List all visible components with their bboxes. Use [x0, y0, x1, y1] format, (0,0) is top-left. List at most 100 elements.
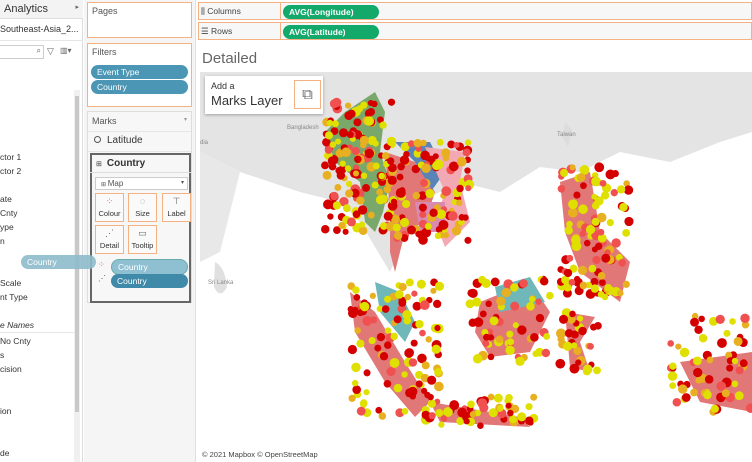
- event-dot: [579, 281, 588, 290]
- event-dot: [669, 382, 677, 389]
- event-dot: [569, 164, 576, 171]
- field-list-scrollbar[interactable]: [74, 90, 80, 462]
- mark-type-dropdown[interactable]: ⊞ Map ▾: [95, 177, 188, 190]
- label-button[interactable]: ⊤ Label: [162, 193, 191, 222]
- event-dot: [358, 226, 368, 235]
- analytics-tab[interactable]: Analytics ▸: [0, 0, 83, 19]
- colour-pill-country[interactable]: Country: [111, 259, 188, 275]
- event-dot: [425, 336, 432, 343]
- map-attribution[interactable]: © 2021 Mapbox © OpenStreetMap: [202, 450, 318, 459]
- rows-shelf[interactable]: ☰ Rows AVG(Latitude): [198, 22, 752, 40]
- marks-layer-country[interactable]: ⊞ Country ⊞ Map ▾ ⁘ Colour ◌ Size ⊤ Label ⋰ De…: [90, 153, 191, 303]
- event-dot: [412, 192, 421, 200]
- field-item[interactable]: Cnty: [0, 208, 17, 218]
- event-dot: [352, 286, 360, 294]
- tooltip-button[interactable]: ▭ Tooltip: [128, 225, 157, 254]
- event-dot: [324, 131, 333, 140]
- event-dot: [336, 171, 346, 180]
- marks-layer-latitude[interactable]: Latitude: [88, 132, 191, 152]
- map-label-taiwan: Taiwan: [557, 132, 576, 138]
- filter-pill-country[interactable]: Country: [91, 80, 188, 94]
- field-item[interactable]: ctor 2: [0, 166, 21, 176]
- filter-pill-event-type[interactable]: Event Type: [91, 65, 188, 79]
- event-dot: [399, 217, 410, 228]
- event-dot: [356, 406, 366, 416]
- event-dot: [346, 217, 356, 227]
- event-dot: [740, 313, 750, 324]
- event-dot: [425, 189, 435, 199]
- event-dot: [398, 282, 407, 292]
- event-dot: [384, 295, 392, 303]
- filters-shelf[interactable]: Filters Event Type Country: [87, 43, 192, 107]
- event-dot: [421, 410, 430, 420]
- event-dot: [421, 163, 431, 174]
- layers-plus-icon[interactable]: ⧉: [294, 80, 321, 109]
- event-dot: [528, 296, 536, 303]
- event-dot: [669, 362, 677, 370]
- event-dot: [599, 179, 607, 187]
- measure-names-field[interactable]: e Names: [0, 320, 34, 330]
- event-dot: [616, 289, 624, 297]
- event-dot: [563, 268, 573, 278]
- event-dot: [577, 265, 588, 275]
- columns-pill-longitude[interactable]: AVG(Longitude): [283, 5, 379, 19]
- event-dot: [622, 280, 630, 288]
- map-canvas[interactable]: Bangladesh Taiwan Sri Lanka dia: [200, 72, 752, 462]
- event-dot: [462, 148, 471, 157]
- event-dot: [611, 238, 621, 248]
- event-dot: [387, 175, 397, 185]
- filter-icon[interactable]: ▽: [47, 46, 54, 57]
- event-dot: [467, 400, 475, 409]
- event-dot: [731, 380, 739, 388]
- event-dot: [564, 328, 574, 338]
- field-item[interactable]: ion: [0, 406, 11, 416]
- event-dot: [386, 366, 396, 377]
- event-dot: [726, 364, 734, 372]
- columns-shelf[interactable]: ⫼ Columns AVG(Longitude): [198, 2, 752, 20]
- view-options-icon[interactable]: ▥▾: [60, 46, 72, 55]
- columns-label: Columns: [207, 6, 241, 16]
- pane-menu-icon[interactable]: ▸: [75, 3, 79, 11]
- field-item[interactable]: nt Type: [0, 292, 28, 302]
- field-item[interactable]: n: [0, 236, 5, 246]
- event-dot: [438, 219, 449, 230]
- event-dot: [464, 139, 472, 146]
- field-item[interactable]: No Cnty: [0, 336, 31, 346]
- event-dot: [585, 224, 596, 235]
- add-marks-layer-panel[interactable]: Add a Marks Layer ⧉: [205, 76, 323, 114]
- event-dot: [690, 388, 698, 397]
- dragging-country-pill[interactable]: Country: [21, 255, 96, 269]
- event-dot: [698, 315, 705, 323]
- event-dot: [580, 182, 587, 190]
- event-dot: [441, 186, 452, 197]
- field-item[interactable]: Scale: [0, 278, 21, 288]
- event-dot: [477, 422, 484, 430]
- event-dot: [731, 357, 739, 365]
- event-dot: [509, 415, 518, 424]
- detail-button[interactable]: ⋰ Detail: [95, 225, 124, 254]
- field-item[interactable]: s: [0, 350, 4, 360]
- event-dot: [472, 354, 483, 364]
- field-item[interactable]: cision: [0, 364, 22, 374]
- rows-pill-latitude[interactable]: AVG(Latitude): [283, 25, 379, 39]
- event-dot: [360, 172, 368, 179]
- pages-shelf[interactable]: Pages: [87, 2, 192, 38]
- event-dot: [593, 366, 601, 375]
- map-view[interactable]: Bangladesh Taiwan Sri Lanka dia Add a Ma…: [200, 72, 752, 462]
- size-button[interactable]: ◌ Size: [128, 193, 157, 222]
- event-dot: [497, 405, 504, 412]
- event-dot: [489, 316, 499, 326]
- detail-pill-country[interactable]: Country: [111, 274, 188, 288]
- field-item[interactable]: ctor 1: [0, 152, 21, 162]
- event-dot: [487, 334, 495, 341]
- field-item[interactable]: de: [0, 448, 9, 458]
- event-dot: [436, 138, 444, 146]
- event-dot: [566, 254, 574, 262]
- field-search-input[interactable]: ⌕: [0, 45, 44, 59]
- rows-label: Rows: [210, 26, 233, 36]
- colour-button[interactable]: ⁘ Colour: [95, 193, 124, 222]
- datasource-name[interactable]: Southeast-Asia_2...: [0, 24, 79, 34]
- field-item[interactable]: ype: [0, 222, 14, 232]
- event-dot: [415, 319, 424, 329]
- field-item[interactable]: ate: [0, 194, 12, 204]
